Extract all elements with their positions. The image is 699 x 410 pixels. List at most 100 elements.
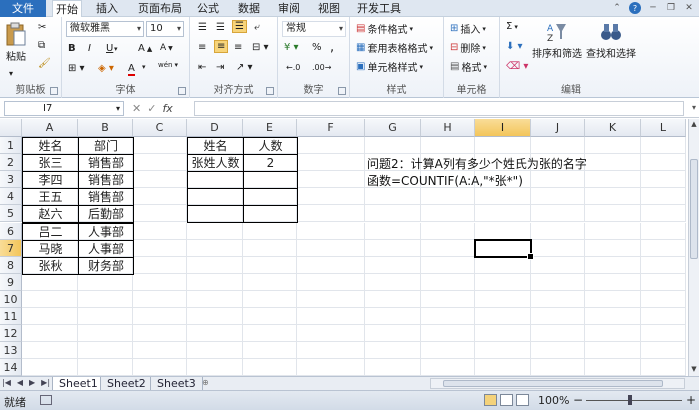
grid-cell[interactable] (187, 308, 243, 326)
grid-cell[interactable] (243, 290, 297, 308)
zoom-in-button[interactable]: + (686, 393, 696, 407)
row-header-11[interactable]: 11 (0, 308, 22, 326)
number-format-select[interactable]: 常规 ▾ (282, 21, 346, 37)
grid-cell[interactable] (531, 222, 585, 240)
decrease-indent-icon[interactable]: ⇤ (198, 62, 206, 73)
table-cell[interactable]: 人事部 (78, 239, 134, 258)
grid-cell[interactable] (365, 308, 421, 326)
grid-cell[interactable] (297, 359, 365, 376)
grid-cell[interactable] (365, 239, 421, 257)
grid-cell[interactable] (78, 290, 133, 308)
macro-record-icon[interactable] (40, 395, 52, 405)
merge-center-icon[interactable]: ⊟ ▾ (252, 42, 269, 53)
grid-cell[interactable] (475, 137, 531, 155)
column-header-l[interactable]: L (641, 119, 686, 137)
grid-cell[interactable] (531, 342, 585, 360)
name-box[interactable]: I7 ▾ (4, 101, 124, 116)
grid-cell[interactable] (243, 273, 297, 291)
grid-cell[interactable] (133, 154, 187, 172)
last-sheet-icon[interactable]: ▶| (41, 378, 50, 387)
grid-cell[interactable] (133, 359, 187, 376)
grid-cell[interactable] (641, 256, 686, 274)
grid-cell[interactable] (585, 205, 641, 223)
active-cell-cursor[interactable] (474, 238, 534, 260)
tab-view[interactable]: 视图 (314, 0, 344, 17)
column-header-b[interactable]: B (78, 119, 133, 137)
grid-cell[interactable] (187, 239, 243, 257)
row-header-9[interactable]: 9 (0, 273, 22, 291)
comma-button[interactable]: , (330, 40, 334, 55)
grid-cell[interactable] (133, 188, 187, 206)
close-icon[interactable]: ✕ (683, 2, 695, 14)
align-left-icon[interactable]: ≡ (198, 42, 206, 53)
table-header-cell[interactable]: 姓名 (22, 137, 79, 156)
row-header-3[interactable]: 3 (0, 171, 22, 189)
tab-formulas[interactable]: 公式 (193, 0, 223, 17)
row-header-6[interactable]: 6 (0, 222, 22, 240)
table-cell[interactable]: 人事部 (78, 222, 134, 241)
grid-cell[interactable] (585, 308, 641, 326)
grid-cell[interactable] (421, 137, 475, 155)
grid-cell[interactable] (421, 222, 475, 240)
paste-dropdown-icon[interactable]: ▾ (9, 69, 13, 78)
align-top-icon[interactable]: ☰ (198, 22, 207, 33)
format-painter-icon[interactable]: 🖌 (38, 58, 51, 69)
table-cell[interactable] (243, 188, 298, 207)
sort-filter-button[interactable]: A Z 排序和筛选 (532, 21, 582, 60)
grid-cell[interactable] (78, 273, 133, 291)
grid-cell[interactable] (641, 342, 686, 360)
grid-cell[interactable] (133, 325, 187, 343)
formula-input[interactable] (194, 101, 684, 116)
zoom-level[interactable]: 100% (538, 394, 569, 407)
grid-cell[interactable] (365, 342, 421, 360)
grow-font-button[interactable]: A ▲ (138, 43, 152, 54)
table-cell[interactable]: 张姓人数 (187, 154, 244, 173)
grid-cell[interactable] (641, 290, 686, 308)
grid-cell[interactable] (187, 325, 243, 343)
table-cell[interactable] (187, 205, 244, 224)
table-cell[interactable]: 2 (243, 154, 298, 173)
grid-cell[interactable] (133, 171, 187, 189)
grid-cell[interactable] (133, 290, 187, 308)
insert-function-button[interactable]: fx (162, 102, 172, 115)
table-cell[interactable]: 销售部 (78, 171, 134, 190)
restore-icon[interactable]: ❐ (665, 2, 677, 14)
grid-cell[interactable] (243, 222, 297, 240)
table-cell[interactable]: 赵六 (22, 205, 79, 224)
table-cell[interactable] (243, 171, 298, 190)
grid-cell[interactable] (365, 222, 421, 240)
increase-decimal-icon[interactable]: ←.0 (286, 63, 300, 72)
grid-cell[interactable] (641, 154, 686, 172)
grid-cell[interactable] (365, 325, 421, 343)
clear-icon[interactable]: ⌫ ▾ (506, 61, 528, 72)
chevron-down-icon[interactable]: ▾ (142, 63, 146, 71)
grid-cell[interactable] (585, 342, 641, 360)
grid-cell[interactable] (133, 308, 187, 326)
grid-cell[interactable] (297, 171, 365, 189)
format-button[interactable]: ▤ 格式 ▾ (450, 59, 487, 74)
grid-cell[interactable] (475, 222, 531, 240)
table-cell[interactable]: 张秋 (22, 256, 79, 275)
column-header-e[interactable]: E (243, 119, 297, 137)
select-all-corner[interactable] (0, 119, 22, 137)
function-note[interactable]: 函数=COUNTIF(A:A,"*张*") (367, 172, 523, 189)
underline-button[interactable]: U (106, 43, 113, 54)
grid-cell[interactable] (297, 290, 365, 308)
next-sheet-icon[interactable]: ▶ (29, 378, 35, 387)
question-note[interactable]: 问题2：计算A列有多少个姓氏为张的名字 (367, 155, 587, 172)
copy-icon[interactable]: ⧉ (38, 40, 45, 51)
row-header-13[interactable]: 13 (0, 342, 22, 360)
grid-cell[interactable] (585, 154, 641, 172)
borders-icon[interactable]: ⊞ ▾ (68, 63, 85, 74)
column-header-f[interactable]: F (297, 119, 365, 137)
grid-cell[interactable] (531, 359, 585, 376)
table-cell[interactable]: 马晓 (22, 239, 79, 258)
grid-cell[interactable] (187, 359, 243, 376)
row-header-5[interactable]: 5 (0, 205, 22, 223)
grid-cell[interactable] (297, 308, 365, 326)
grid-cell[interactable] (133, 205, 187, 223)
grid-cell[interactable] (421, 273, 475, 291)
number-launcher-icon[interactable] (338, 87, 346, 95)
grid-cell[interactable] (475, 342, 531, 360)
grid-cell[interactable] (641, 239, 686, 257)
